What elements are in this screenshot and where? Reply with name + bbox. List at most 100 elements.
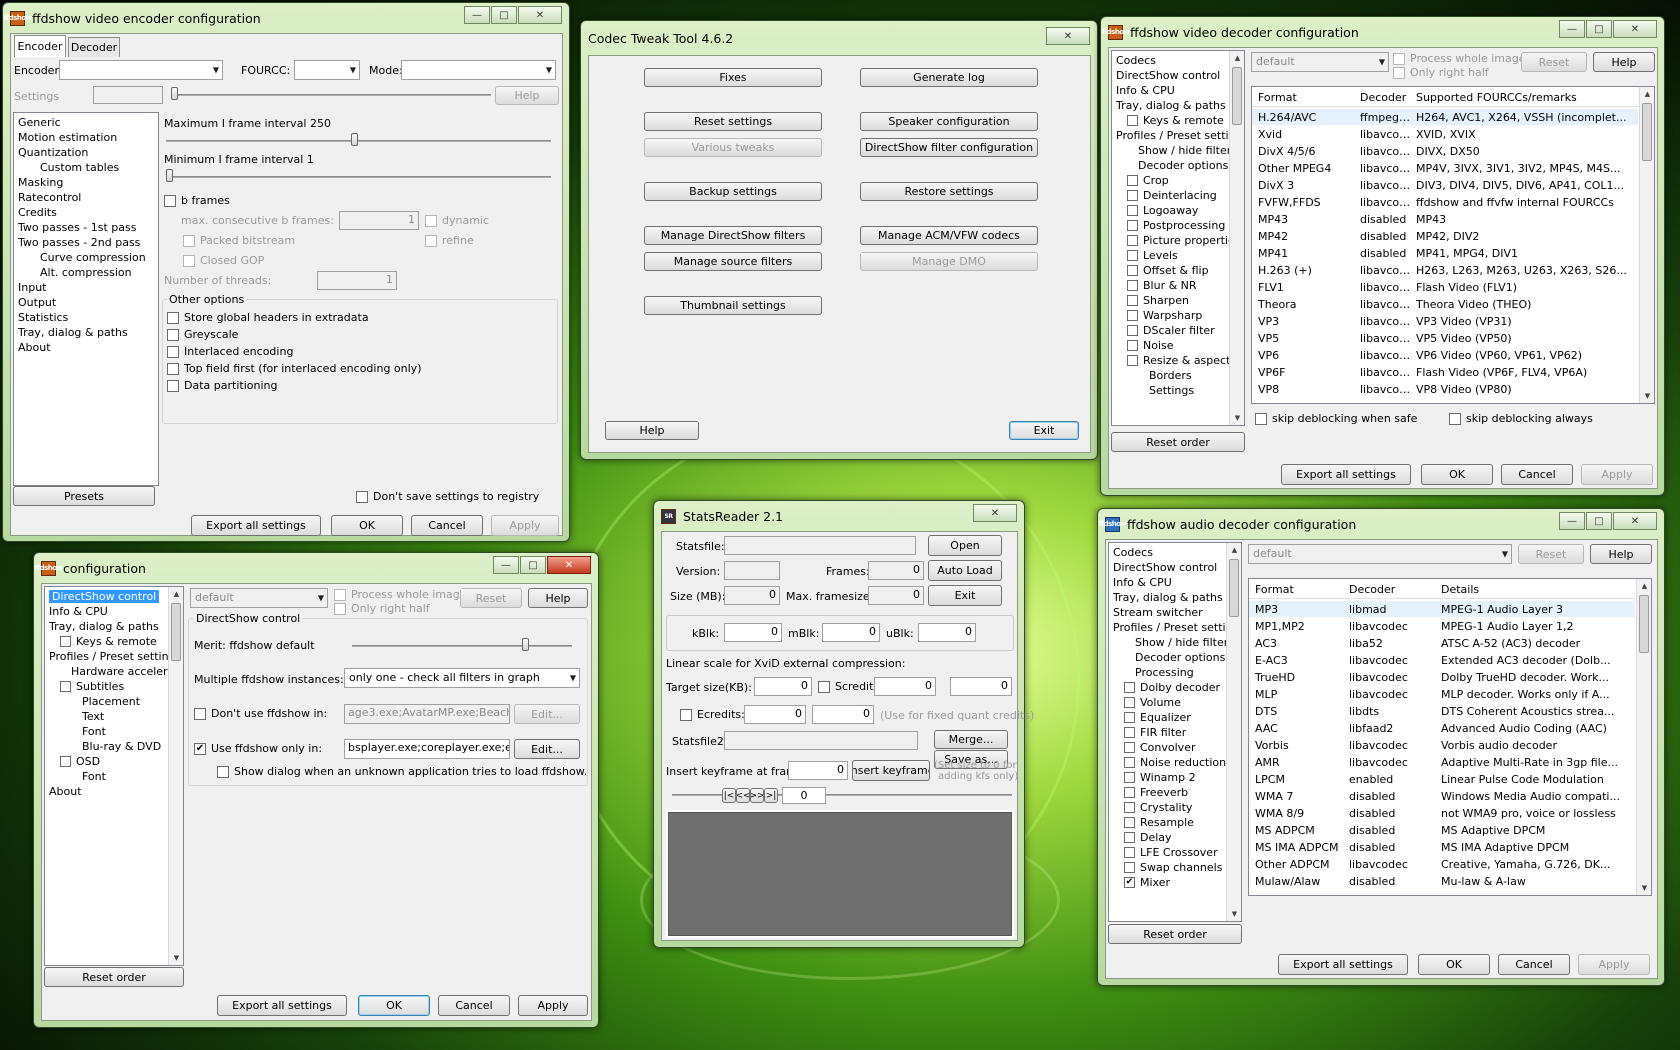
table-row[interactable]: MP43 disabled MP43: [1252, 211, 1638, 227]
tree-item[interactable]: Credits: [18, 206, 57, 219]
mode-select[interactable]: ▼: [401, 60, 556, 80]
tree-item[interactable]: DirectShow control: [1116, 69, 1220, 82]
help-button[interactable]: Help: [495, 86, 559, 105]
vertical-scrollbar[interactable]: ▲ ▼: [1229, 51, 1244, 425]
column-header[interactable]: Supported FOURCCs/remarks: [1416, 91, 1577, 104]
tree-checkbox[interactable]: [60, 681, 71, 692]
tree-item[interactable]: Borders: [1149, 369, 1192, 382]
process-whole-image-checkbox[interactable]: Process whole image: [1393, 52, 1526, 65]
scroll-thumb[interactable]: [171, 603, 181, 661]
option-interlaced-checkbox[interactable]: Interlaced encoding: [167, 345, 293, 358]
tree-checkbox[interactable]: [1124, 787, 1135, 798]
tree-item[interactable]: Info & CPU: [49, 605, 108, 618]
vertical-scrollbar[interactable]: ▲ ▼: [1639, 87, 1654, 403]
scroll-down-icon[interactable]: ▼: [1640, 389, 1654, 403]
tree-checkbox[interactable]: [1127, 190, 1138, 201]
vertical-scrollbar[interactable]: ▲ ▼: [1226, 543, 1241, 921]
table-row[interactable]: WMA 7 disabled Windows Media Audio compati…: [1249, 788, 1635, 804]
tree-item[interactable]: Output: [18, 296, 56, 309]
skip-deblock-always-checkbox[interactable]: skip deblocking always: [1449, 412, 1593, 425]
table-row[interactable]: MP41 disabled MP41, MPG4, DIV1: [1252, 245, 1638, 261]
table-row[interactable]: VP5 libavcodec VP5 Video (VP50): [1252, 330, 1638, 346]
statsreader-titlebar[interactable]: SR StatsReader 2.1 ✕: [661, 501, 1017, 531]
tree-checkbox[interactable]: [1127, 115, 1138, 126]
ecredits-start-field[interactable]: 0: [744, 705, 806, 724]
thumbnail-settings-button[interactable]: Thumbnail settings: [644, 296, 822, 315]
tree-item[interactable]: Blu-ray & DVD: [82, 740, 161, 753]
tree-item[interactable]: Generic: [18, 116, 61, 129]
ok-button[interactable]: OK: [1418, 954, 1490, 975]
show-dialog-checkbox[interactable]: Show dialog when an unknown application …: [217, 765, 587, 778]
table-row[interactable]: LPCM enabled Linear Pulse Code Modulation: [1249, 771, 1635, 787]
manage-acm-vfw-button[interactable]: Manage ACM/VFW codecs: [860, 226, 1038, 245]
merge-button[interactable]: Merge...: [934, 730, 1008, 749]
minimize-icon[interactable]: —: [464, 6, 490, 24]
ecredits-end-field[interactable]: 0: [812, 705, 874, 724]
use-only-checkbox[interactable]: ✔ Use ffdshow only in:: [194, 742, 322, 755]
tree-checkbox[interactable]: [1124, 832, 1135, 843]
close-icon[interactable]: ✕: [1613, 20, 1657, 38]
table-row[interactable]: MS ADPCM disabled MS Adaptive DPCM: [1249, 822, 1635, 838]
table-row[interactable]: MP3 libmad MPEG-1 Audio Layer 3: [1249, 601, 1635, 617]
tree-item[interactable]: Two passes - 1st pass: [18, 221, 137, 234]
help-button[interactable]: Help: [528, 588, 588, 608]
tree-checkbox[interactable]: [1127, 175, 1138, 186]
reset-order-button[interactable]: Reset order: [44, 967, 184, 987]
table-row[interactable]: AC3 liba52 ATSC A-52 (AC3) decoder: [1249, 635, 1635, 651]
encoder-select[interactable]: ▼: [59, 60, 223, 80]
tree-item[interactable]: LFE Crossover: [1124, 846, 1218, 859]
packed-checkbox[interactable]: Packed bitstream: [183, 234, 295, 247]
preset-select[interactable]: default ▼: [1251, 52, 1389, 72]
tree-item[interactable]: DirectShow control: [1113, 561, 1217, 574]
statsfile2-field[interactable]: [724, 731, 918, 750]
statsfile-field[interactable]: [724, 536, 916, 555]
export-all-settings-button[interactable]: Export all settings: [217, 995, 347, 1016]
tab-decoder[interactable]: Decoder: [68, 37, 120, 57]
tree-checkbox[interactable]: ✔: [1124, 877, 1135, 888]
tab-encoder[interactable]: Encoder: [14, 35, 66, 57]
edit-button[interactable]: Edit...: [514, 704, 580, 724]
tree-checkbox[interactable]: [1124, 862, 1135, 873]
tree-checkbox[interactable]: [1127, 205, 1138, 216]
tree-checkbox[interactable]: [1127, 325, 1138, 336]
tree-checkbox[interactable]: [1124, 697, 1135, 708]
column-header[interactable]: Decoder: [1349, 583, 1395, 596]
merit-thumb[interactable]: [522, 638, 529, 651]
tree-item[interactable]: Custom tables: [40, 161, 119, 174]
tree-item[interactable]: Two passes - 2nd pass: [18, 236, 140, 249]
tree-item[interactable]: DirectShow control: [49, 590, 160, 603]
dynamic-checkbox[interactable]: dynamic: [425, 214, 489, 227]
scroll-down-icon[interactable]: ▼: [169, 951, 183, 965]
table-row[interactable]: DTS libdts DTS Coherent Acoustics strea...: [1249, 703, 1635, 719]
insert-keyframe-button[interactable]: Insert keyframe: [852, 760, 930, 781]
tree-item[interactable]: Postprocessing: [1127, 219, 1225, 232]
table-row[interactable]: AAC libfaad2 Advanced Audio Coding (AAC): [1249, 720, 1635, 736]
presets-button[interactable]: Presets: [13, 486, 155, 506]
close-icon[interactable]: ✕: [1046, 27, 1090, 45]
table-row[interactable]: MP42 disabled MP42, DIV2: [1252, 228, 1638, 244]
vertical-scrollbar[interactable]: ▲ ▼: [168, 587, 183, 965]
max-consec-field[interactable]: 1: [339, 211, 419, 230]
tree-item[interactable]: Ratecontrol: [18, 191, 81, 204]
tree-item[interactable]: Noise: [1127, 339, 1174, 352]
tree-item[interactable]: Deinterlacing: [1127, 189, 1217, 202]
ok-button[interactable]: OK: [1421, 464, 1493, 485]
tree-checkbox[interactable]: [1127, 295, 1138, 306]
tree-checkbox[interactable]: [1124, 757, 1135, 768]
minimize-icon[interactable]: —: [1559, 512, 1585, 530]
tree-checkbox[interactable]: [1124, 742, 1135, 753]
tree-item[interactable]: Stream switcher: [1113, 606, 1203, 619]
cancel-button[interactable]: Cancel: [1498, 954, 1570, 975]
table-row[interactable]: H.263 (+) libavcodec H263, L263, M263, U26…: [1252, 262, 1638, 278]
tree-checkbox[interactable]: [1124, 817, 1135, 828]
apply-button[interactable]: Apply: [1581, 464, 1653, 485]
scredits-start-field[interactable]: 0: [874, 677, 936, 696]
table-row[interactable]: VP6F libavcodec Flash Video (VP6F, FLV4, V…: [1252, 364, 1638, 380]
tree-item[interactable]: Swap channels: [1124, 861, 1222, 874]
maximize-icon[interactable]: □: [1586, 20, 1612, 38]
table-row[interactable]: FVFW,FFDS libavcodec ffdshow and ffvfw int…: [1252, 194, 1638, 210]
tree-item[interactable]: Profiles / Preset settings: [49, 650, 181, 663]
tree-item[interactable]: Motion estimation: [18, 131, 117, 144]
maximize-icon[interactable]: □: [520, 556, 546, 574]
table-row[interactable]: VP6 libavcodec VP6 Video (VP60, VP61, VP62…: [1252, 347, 1638, 363]
